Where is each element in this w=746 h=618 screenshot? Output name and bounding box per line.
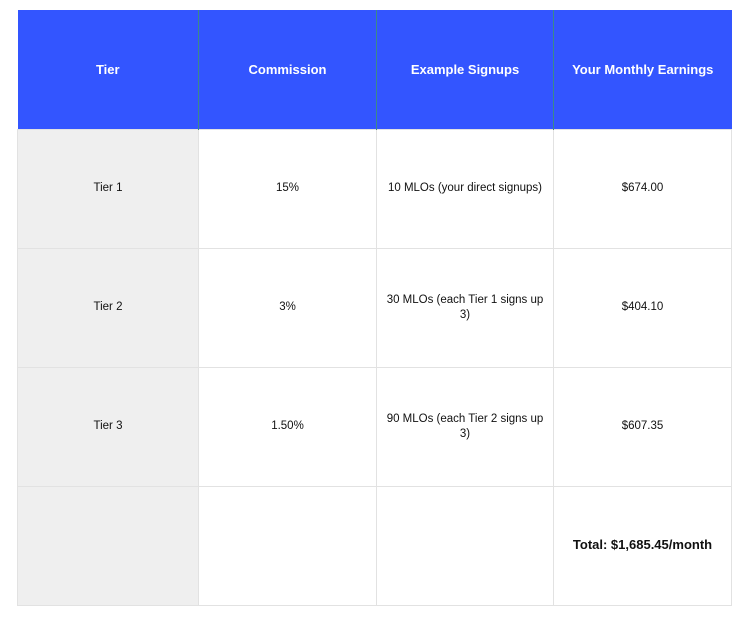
tier-cell: Tier 1 bbox=[17, 128, 199, 249]
signups-cell: 10 MLOs (your direct signups) bbox=[376, 128, 554, 249]
header-tier: Tier bbox=[17, 10, 199, 129]
signups-cell: 90 MLOs (each Tier 2 signs up 3) bbox=[376, 366, 554, 487]
table-row: Tier 1 15% 10 MLOs (your direct signups)… bbox=[17, 128, 732, 249]
earnings-cell: $674.00 bbox=[553, 128, 732, 249]
header-example-signups: Example Signups bbox=[376, 10, 554, 129]
table-row: Tier 2 3% 30 MLOs (each Tier 1 signs up … bbox=[17, 247, 732, 368]
commission-cell: 3% bbox=[198, 247, 377, 368]
earnings-cell: $607.35 bbox=[553, 366, 732, 487]
total-row: Total: $1,685.45/month bbox=[17, 485, 732, 606]
commission-cell: 15% bbox=[198, 128, 377, 249]
tier-cell: Tier 3 bbox=[17, 366, 199, 487]
table-header-row: Tier Commission Example Signups Your Mon… bbox=[17, 10, 732, 129]
empty-commission-cell bbox=[198, 485, 377, 606]
total-earnings-cell: Total: $1,685.45/month bbox=[553, 485, 732, 606]
signups-cell: 30 MLOs (each Tier 1 signs up 3) bbox=[376, 247, 554, 368]
empty-signups-cell bbox=[376, 485, 554, 606]
tier-cell: Tier 2 bbox=[17, 247, 199, 368]
header-monthly-earnings: Your Monthly Earnings bbox=[553, 10, 732, 129]
empty-tier-cell bbox=[17, 485, 199, 606]
earnings-cell: $404.10 bbox=[553, 247, 732, 368]
header-commission: Commission bbox=[198, 10, 377, 129]
table-row: Tier 3 1.50% 90 MLOs (each Tier 2 signs … bbox=[17, 366, 732, 487]
commission-table-container: Tier Commission Example Signups Your Mon… bbox=[17, 10, 732, 606]
commission-table: Tier Commission Example Signups Your Mon… bbox=[17, 10, 732, 606]
commission-cell: 1.50% bbox=[198, 366, 377, 487]
